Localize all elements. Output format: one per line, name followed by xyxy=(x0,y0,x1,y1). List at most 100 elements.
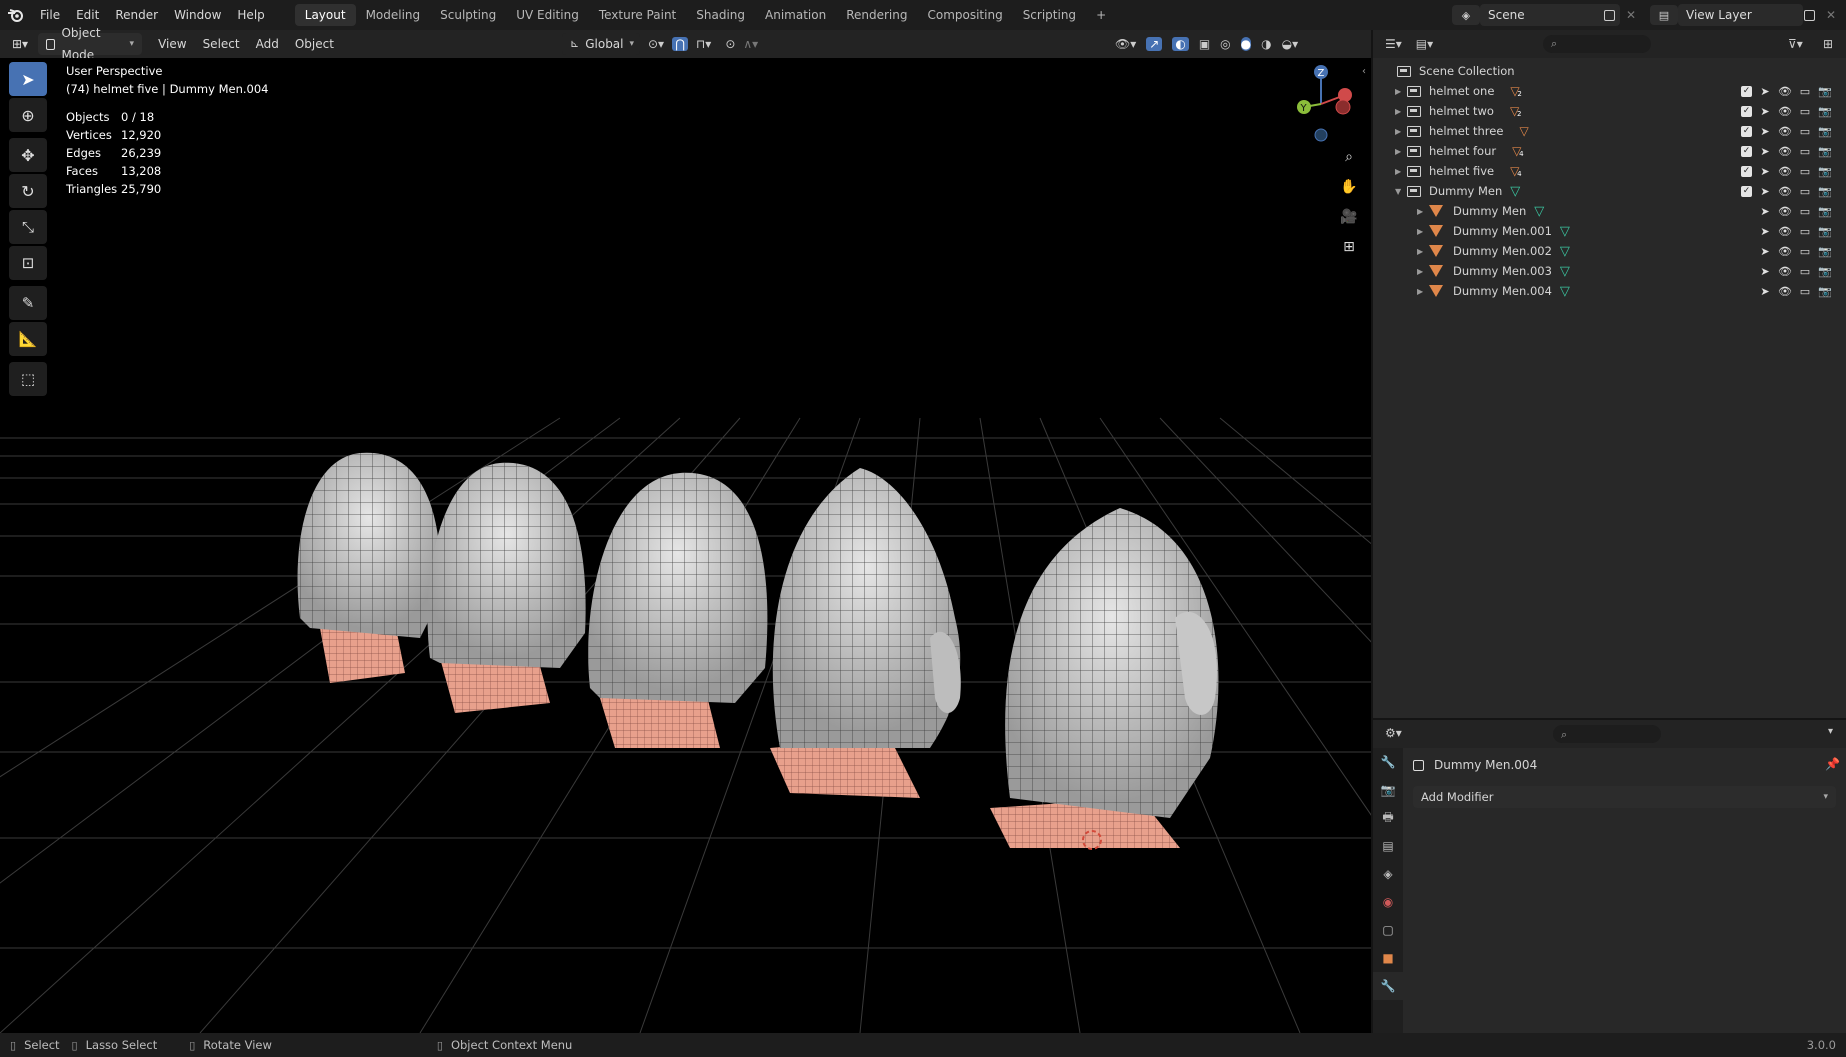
selectable-icon[interactable]: ➤ xyxy=(1758,185,1772,198)
tab-modeling[interactable]: Modeling xyxy=(356,4,431,26)
tab-sculpting[interactable]: Sculpting xyxy=(430,4,506,26)
viewport-disable-icon[interactable]: ▭ xyxy=(1798,205,1812,218)
render-camera-icon[interactable]: 📷 xyxy=(1818,165,1832,178)
render-camera-icon[interactable]: 📷 xyxy=(1818,145,1832,158)
outliner-row[interactable]: ▶ helmet four ▽ 4 ✓ ➤ 👁 ▭ 📷 xyxy=(1373,141,1846,161)
annotate-tool[interactable]: ✎ xyxy=(9,286,47,320)
eye-icon[interactable]: 👁 xyxy=(1778,185,1792,198)
select-box-tool[interactable]: ➤ xyxy=(9,62,47,96)
outliner-row[interactable]: ▶ Dummy Men.002 ▽ ➤ 👁 ▭ 📷 xyxy=(1373,241,1846,261)
selectable-icon[interactable]: ➤ xyxy=(1758,105,1772,118)
eye-icon[interactable]: 👁 xyxy=(1778,245,1792,258)
add-modifier-dropdown[interactable]: Add Modifier ▾ xyxy=(1413,786,1836,808)
transform-tool[interactable]: ⊡ xyxy=(9,246,47,280)
cursor-tool[interactable]: ⊕ xyxy=(9,98,47,132)
outliner-row[interactable]: ▶ Dummy Men.004 ▽ ➤ 👁 ▭ 📷 xyxy=(1373,281,1846,301)
viewport-disable-icon[interactable]: ▭ xyxy=(1798,245,1812,258)
viewport-menu-view[interactable]: View xyxy=(150,33,194,55)
measure-tool[interactable]: 📐 xyxy=(9,322,47,356)
snap-toggle-icon[interactable]: ⋂ xyxy=(672,37,688,51)
viewport-disable-icon[interactable]: ▭ xyxy=(1798,85,1812,98)
collapsed-triangle-icon[interactable]: ▶ xyxy=(1395,107,1407,116)
editor-type-icon[interactable]: ☰▾ xyxy=(1385,37,1402,51)
area-divider[interactable] xyxy=(1373,718,1846,720)
material-shading-icon[interactable]: ◑ xyxy=(1261,37,1271,51)
render-camera-icon[interactable]: 📷 xyxy=(1818,105,1832,118)
tab-shading[interactable]: Shading xyxy=(686,4,755,26)
helmet-three[interactable] xyxy=(588,472,768,748)
modifier-tab-icon[interactable]: 🔧 xyxy=(1373,972,1403,1000)
rendered-shading-icon[interactable]: ◒▾ xyxy=(1282,37,1299,51)
scene-collection-row[interactable]: Scene Collection xyxy=(1373,61,1846,81)
outliner-row[interactable]: ▶ Dummy Men.003 ▽ ➤ 👁 ▭ 📷 xyxy=(1373,261,1846,281)
tab-scripting[interactable]: Scripting xyxy=(1013,4,1086,26)
view-layer-tab-icon[interactable]: ▤ xyxy=(1373,832,1403,860)
add-workspace-button[interactable]: + xyxy=(1086,4,1116,26)
helmet-five[interactable] xyxy=(990,508,1219,850)
eye-icon[interactable]: 👁 xyxy=(1778,285,1792,298)
camera-view-icon[interactable]: 🎥 xyxy=(1335,203,1363,231)
scene-selector-button[interactable]: ◈ xyxy=(1452,5,1480,25)
exclude-checkbox[interactable]: ✓ xyxy=(1741,185,1752,197)
3d-viewport[interactable] xyxy=(0,58,1371,1033)
viewport-disable-icon[interactable]: ▭ xyxy=(1798,125,1812,138)
render-camera-icon[interactable]: 📷 xyxy=(1818,85,1832,98)
new-collection-icon[interactable]: ⊞ xyxy=(1823,37,1833,51)
eye-icon[interactable]: 👁 xyxy=(1778,105,1792,118)
collapsed-triangle-icon[interactable]: ▶ xyxy=(1395,167,1407,176)
move-tool[interactable]: ✥ xyxy=(9,138,47,172)
pin-icon[interactable]: 📌 xyxy=(1825,757,1840,771)
render-camera-icon[interactable]: 📷 xyxy=(1818,125,1832,138)
pan-hand-icon[interactable]: ✋ xyxy=(1335,173,1363,201)
eye-icon[interactable]: 👁 xyxy=(1778,265,1792,278)
visibility-icon[interactable]: 👁▾ xyxy=(1115,37,1136,51)
delete-scene-icon[interactable]: ✕ xyxy=(1622,5,1640,25)
exclude-checkbox[interactable]: ✓ xyxy=(1741,145,1752,157)
tab-compositing[interactable]: Compositing xyxy=(917,4,1012,26)
viewport-menu-select[interactable]: Select xyxy=(195,33,248,55)
solid-shading-icon[interactable]: ● xyxy=(1240,37,1252,51)
exclude-checkbox[interactable]: ✓ xyxy=(1741,125,1752,137)
navigation-gizmo[interactable]: Z Y xyxy=(1285,60,1360,145)
area-divider[interactable] xyxy=(1371,30,1373,1033)
rotate-tool[interactable]: ↻ xyxy=(9,174,47,208)
view-layer-field[interactable]: View Layer xyxy=(1678,4,1803,26)
outliner-row[interactable]: ▶ helmet one ▽ 2 ✓ ➤ 👁 ▭ 📷 xyxy=(1373,81,1846,101)
tab-texture-paint[interactable]: Texture Paint xyxy=(589,4,686,26)
neg-z-axis-icon[interactable] xyxy=(1314,128,1328,142)
helmet-four[interactable] xyxy=(770,468,961,798)
selectable-icon[interactable]: ➤ xyxy=(1758,225,1772,238)
exclude-checkbox[interactable]: ✓ xyxy=(1741,165,1752,177)
collapsed-triangle-icon[interactable]: ▶ xyxy=(1417,207,1429,216)
neg-x-axis-icon[interactable] xyxy=(1335,99,1351,115)
collapsed-triangle-icon[interactable]: ▶ xyxy=(1417,287,1429,296)
menu-help[interactable]: Help xyxy=(229,4,272,26)
eye-icon[interactable]: 👁 xyxy=(1778,165,1792,178)
viewport-menu-add[interactable]: Add xyxy=(248,33,287,55)
render-camera-icon[interactable]: 📷 xyxy=(1818,225,1832,238)
collection-tab-icon[interactable]: ▢ xyxy=(1373,916,1403,944)
scene-tab-icon[interactable]: ◈ xyxy=(1373,860,1403,888)
viewport-disable-icon[interactable]: ▭ xyxy=(1798,165,1812,178)
zoom-icon[interactable]: ⌕ xyxy=(1335,143,1363,171)
world-tab-icon[interactable]: ◉ xyxy=(1373,888,1403,916)
tab-animation[interactable]: Animation xyxy=(755,4,836,26)
sidebar-toggle-icon[interactable]: ‹ xyxy=(1362,66,1366,77)
collapsed-triangle-icon[interactable]: ▶ xyxy=(1395,87,1407,96)
render-tab-icon[interactable]: 📷 xyxy=(1373,776,1403,804)
wireframe-shading-icon[interactable]: ◎ xyxy=(1220,37,1230,51)
exclude-checkbox[interactable]: ✓ xyxy=(1741,105,1752,117)
eye-icon[interactable]: 👁 xyxy=(1778,85,1792,98)
collapsed-triangle-icon[interactable]: ▶ xyxy=(1395,127,1407,136)
mode-dropdown[interactable]: Object Mode ▾ xyxy=(38,26,143,62)
options-chevron-icon[interactable]: ▾ xyxy=(1828,726,1833,737)
outliner-row[interactable]: ▶ Dummy Men.001 ▽ ➤ 👁 ▭ 📷 xyxy=(1373,221,1846,241)
pivot-icon[interactable]: ⊙▾ xyxy=(648,37,664,51)
ortho-toggle-icon[interactable]: ⊞ xyxy=(1335,233,1363,261)
display-mode-icon[interactable]: ▤▾ xyxy=(1416,37,1433,51)
snap-target-icon[interactable]: ⊓▾ xyxy=(696,37,711,51)
orientation-dropdown[interactable]: ⊾ Global ▾ xyxy=(562,33,640,55)
filter-icon[interactable]: ⊽▾ xyxy=(1788,37,1803,51)
editor-type-icon[interactable]: ⚙▾ xyxy=(1385,726,1402,740)
collapsed-triangle-icon[interactable]: ▶ xyxy=(1395,147,1407,156)
